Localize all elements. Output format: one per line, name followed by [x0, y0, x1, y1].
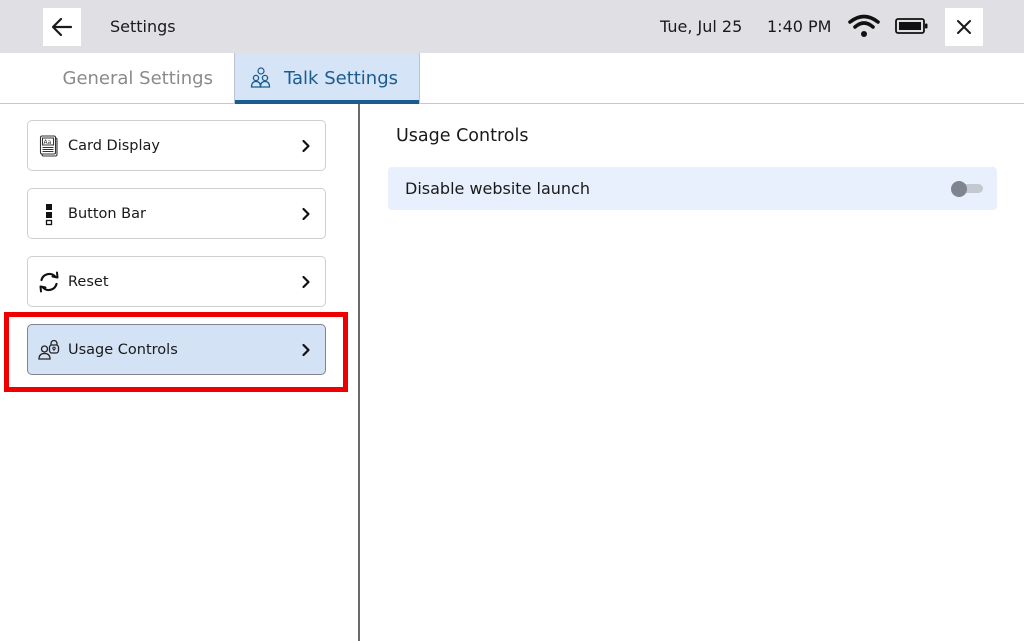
- button-bar-icon: [38, 202, 60, 226]
- setting-row-disable-website-launch: Disable website launch: [388, 167, 997, 210]
- chevron-right-icon: [302, 139, 310, 153]
- status-time: 1:40 PM: [767, 17, 832, 36]
- toggle-knob: [951, 181, 967, 197]
- wifi-icon: [848, 14, 880, 37]
- sidebar-item-card-display[interactable]: Aa Card Display: [27, 120, 326, 171]
- disable-website-launch-toggle[interactable]: [951, 181, 983, 197]
- talk-people-icon: [250, 67, 271, 88]
- settings-tabs: General Settings Talk Settings: [0, 53, 1024, 104]
- setting-label: Disable website launch: [405, 179, 590, 198]
- tab-label: General Settings: [62, 67, 214, 89]
- sidebar-item-label: Card Display: [68, 137, 160, 154]
- chevron-right-icon: [302, 207, 310, 221]
- arrow-left-icon: [51, 17, 73, 37]
- sidebar-item-label: Reset: [68, 273, 109, 290]
- back-button[interactable]: [43, 8, 81, 46]
- page-title: Settings: [110, 17, 176, 36]
- highlight-annotation-box: [4, 312, 348, 392]
- top-bar: Settings Tue, Jul 25 1:40 PM: [0, 0, 1024, 53]
- sidebar-item-button-bar[interactable]: Button Bar: [27, 188, 326, 239]
- tab-label: Talk Settings: [284, 67, 399, 89]
- close-icon: [957, 20, 971, 34]
- sidebar-item-reset[interactable]: Reset: [27, 256, 326, 307]
- card-display-icon: Aa: [38, 134, 60, 158]
- reset-icon: [38, 270, 60, 294]
- battery-icon: [895, 18, 928, 34]
- chevron-right-icon: [302, 275, 310, 289]
- status-date: Tue, Jul 25: [660, 17, 743, 36]
- sidebar-item-label: Button Bar: [68, 205, 146, 222]
- tab-talk-settings[interactable]: Talk Settings: [234, 53, 420, 104]
- svg-text:Aa: Aa: [44, 139, 52, 146]
- close-button[interactable]: [945, 8, 983, 46]
- section-title: Usage Controls: [396, 126, 529, 146]
- panel-divider: [358, 104, 360, 641]
- tab-general-settings[interactable]: General Settings: [0, 53, 234, 103]
